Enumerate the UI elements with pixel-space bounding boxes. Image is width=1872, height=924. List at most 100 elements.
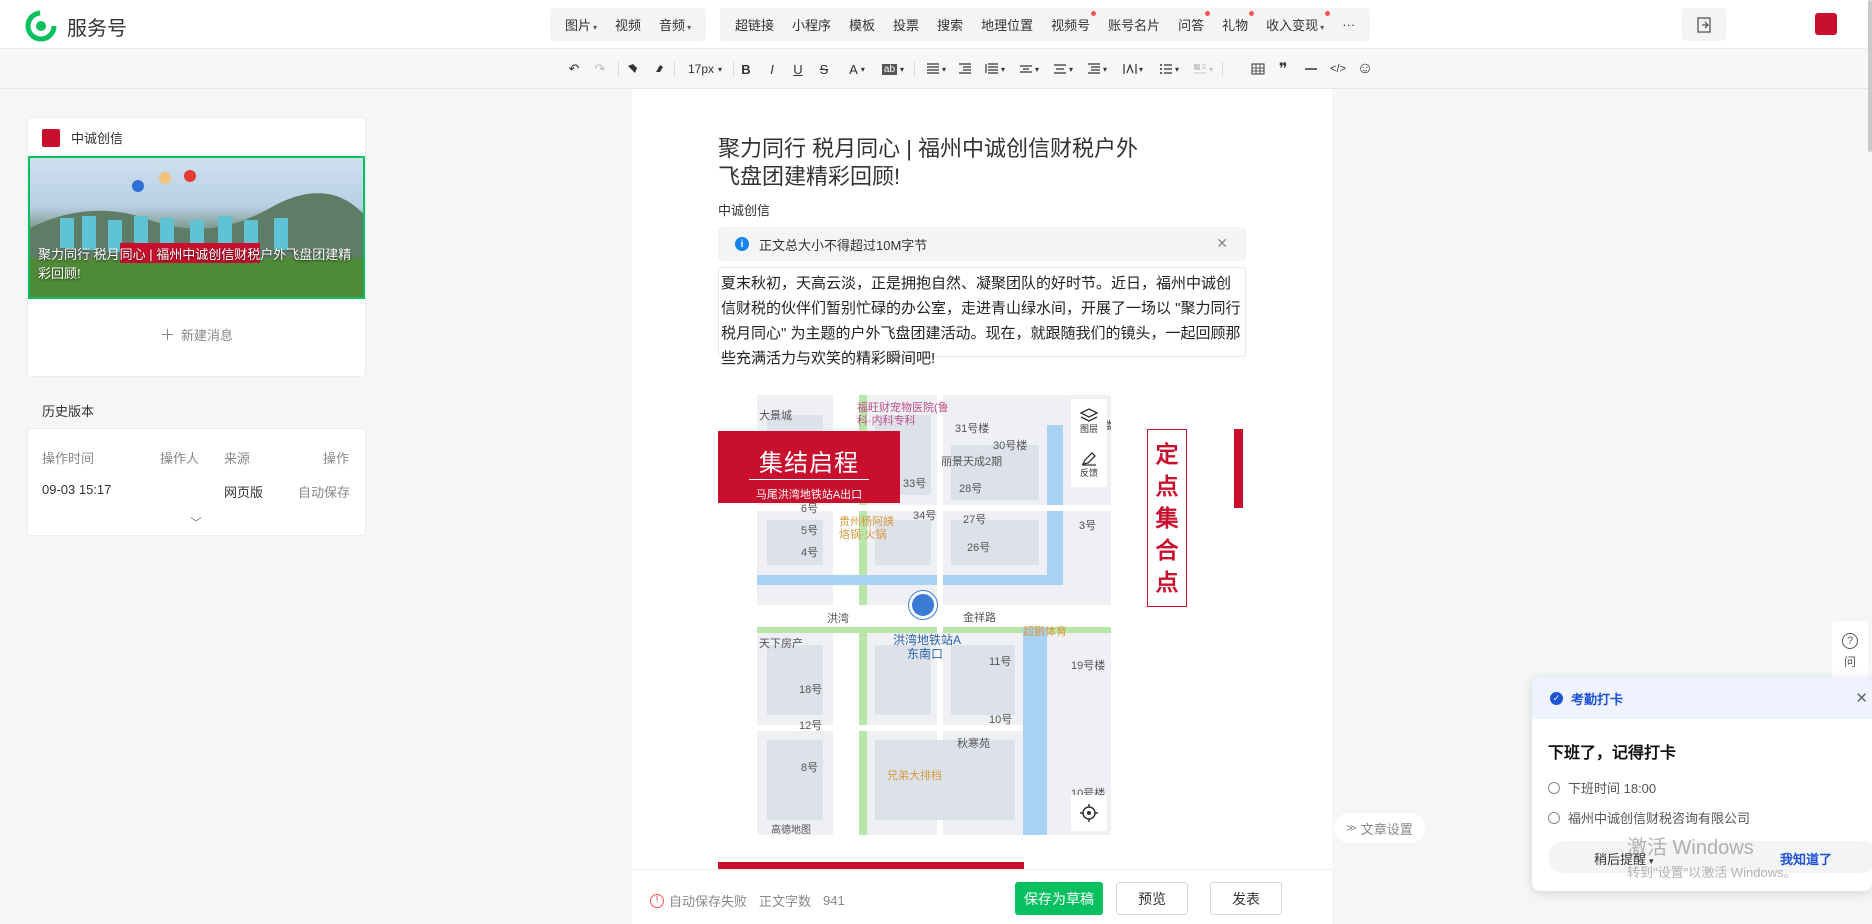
menu-monetize[interactable]: 收入变现 ▾ bbox=[1257, 11, 1333, 34]
layers-icon bbox=[1080, 407, 1098, 422]
menu-search[interactable]: 搜索 bbox=[928, 15, 972, 34]
map-label: 28号 bbox=[959, 483, 983, 495]
page-scrollbar[interactable] bbox=[1868, 0, 1872, 152]
menu-mini-program[interactable]: 小程序 bbox=[783, 15, 840, 34]
map-label: 34号 bbox=[913, 510, 937, 522]
size-notice: i 正文总大小不得超过10M字节 ✕ bbox=[718, 227, 1246, 261]
clear-format-icon[interactable] bbox=[650, 58, 666, 80]
history-header-action: 操作 bbox=[323, 451, 350, 466]
emoji-icon[interactable]: ☺ bbox=[1356, 58, 1374, 80]
account-avatar[interactable] bbox=[1815, 13, 1837, 35]
article-paragraph[interactable]: 夏末秋初，天高云淡，正是拥抱自然、凝聚团队的好时节。近日，福州中诚创信财税的伙伴… bbox=[718, 267, 1246, 367]
account-row: 中诚创信 bbox=[42, 128, 123, 147]
map-layers-button[interactable]: 图层 bbox=[1071, 399, 1107, 443]
menu-channels[interactable]: 视频号 bbox=[1042, 11, 1099, 34]
preview-button[interactable]: 预览 bbox=[1116, 882, 1188, 915]
map-locate-button[interactable] bbox=[1071, 795, 1107, 831]
undo-icon[interactable]: ↶ bbox=[566, 58, 582, 80]
history-header-source: 来源 bbox=[224, 451, 251, 466]
map-feedback-button[interactable]: 反馈 bbox=[1071, 443, 1107, 487]
line-height-icon[interactable]: ▾ bbox=[1016, 58, 1042, 80]
align-left-icon[interactable]: ▾ bbox=[922, 58, 950, 80]
map-label: 科·内科专科 bbox=[857, 415, 916, 427]
brand[interactable]: 服务号 bbox=[25, 10, 127, 42]
indent-icon[interactable] bbox=[957, 58, 973, 80]
exit-icon bbox=[1697, 16, 1711, 33]
map-label: 18号 bbox=[799, 684, 823, 696]
chevron-down-icon[interactable]: ﹀ bbox=[190, 514, 202, 531]
menu-gift[interactable]: 礼物 bbox=[1213, 11, 1257, 34]
close-icon[interactable]: ✕ bbox=[1855, 689, 1868, 707]
bold-button[interactable]: B bbox=[738, 58, 754, 80]
map-label: 8号 bbox=[801, 762, 819, 774]
exit-editor-button[interactable] bbox=[1682, 8, 1726, 41]
new-message-button[interactable]: ＋新建消息 bbox=[28, 324, 365, 345]
text-direction-icon[interactable]: ▾ bbox=[1120, 58, 1146, 80]
banner-subtitle: 马尾洪湾地铁站A出口 bbox=[755, 489, 863, 501]
menu-image[interactable]: 图片 ▾ bbox=[556, 15, 606, 34]
code-icon[interactable]: </> bbox=[1327, 58, 1349, 80]
menu-location[interactable]: 地理位置 bbox=[972, 15, 1042, 34]
history-action[interactable]: 自动保存 bbox=[298, 482, 350, 501]
map-label: 10号 bbox=[989, 714, 1013, 726]
article-title[interactable]: 聚力同行 税月同心 | 福州中诚创信财税户外飞盘团建精彩回顾! bbox=[718, 135, 1158, 191]
font-size-select[interactable]: 17px ▾ bbox=[682, 58, 728, 80]
top-bar: 服务号 图片 ▾ 视频 音频 ▾ 超链接 小程序 模板 投票 搜索 地理位置 视频号… bbox=[0, 0, 1872, 49]
new-dot bbox=[1205, 11, 1211, 16]
message-list-card: 中诚创信 聚力同行 税月同心 | 福州中诚创信财税户外飞盘团建精彩回顾! ＋新建… bbox=[27, 117, 366, 377]
bottom-bar: ! 自动保存失败 正文字数 941 保存为草稿 预览 发表 bbox=[632, 869, 1332, 924]
letter-spacing-icon[interactable]: ▾ bbox=[1050, 58, 1076, 80]
menu-vote[interactable]: 投票 bbox=[884, 15, 928, 34]
article-author[interactable]: 中诚创信 bbox=[718, 200, 770, 219]
article-cover[interactable]: 聚力同行 税月同心 | 福州中诚创信财税户外飞盘团建精彩回顾! bbox=[28, 156, 365, 299]
map-logo: 高德地图 bbox=[771, 825, 811, 835]
menu-video[interactable]: 视频 bbox=[606, 15, 650, 34]
map-label: 12号 bbox=[799, 720, 823, 732]
menu-template[interactable]: 模板 bbox=[840, 15, 884, 34]
quote-icon[interactable]: ❞ bbox=[1275, 58, 1291, 80]
word-count-label: 正文字数 bbox=[759, 894, 812, 909]
popup-title: 下班了，记得打卡 bbox=[1548, 745, 1677, 762]
publish-button[interactable]: 发表 bbox=[1210, 882, 1282, 915]
menu-audio[interactable]: 音频 ▾ bbox=[650, 15, 700, 34]
close-icon[interactable]: ✕ bbox=[1216, 235, 1228, 252]
menu-account-card[interactable]: 账号名片 bbox=[1099, 15, 1169, 34]
divider-icon[interactable] bbox=[1303, 58, 1319, 80]
save-draft-button[interactable]: 保存为草稿 bbox=[1015, 882, 1103, 915]
history-title: 历史版本 bbox=[42, 404, 95, 419]
italic-button[interactable]: I bbox=[764, 58, 780, 80]
table-icon[interactable] bbox=[1250, 58, 1266, 80]
indent-both-icon[interactable]: ▾ bbox=[1084, 58, 1110, 80]
article-editor: 聚力同行 税月同心 | 福州中诚创信财税户外飞盘团建精彩回顾! 中诚创信 i 正… bbox=[632, 89, 1332, 872]
map-label: 金祥路 bbox=[963, 612, 996, 624]
strikethrough-button[interactable]: S bbox=[816, 58, 832, 80]
menu-more[interactable]: ··· bbox=[1333, 17, 1364, 32]
underline-button[interactable]: U bbox=[790, 58, 806, 80]
map-label: 19号楼 bbox=[1071, 660, 1106, 672]
new-dot bbox=[1091, 11, 1097, 16]
map-label: 兄弟大排档 bbox=[887, 770, 942, 782]
map-label: 31号楼 bbox=[955, 423, 990, 435]
redo-icon[interactable]: ↷ bbox=[592, 58, 608, 80]
watermark-line1: 激活 Windows bbox=[1627, 837, 1754, 859]
map-label: 超鹏体育 bbox=[1023, 626, 1067, 638]
wechat-mp-logo-icon bbox=[25, 10, 57, 42]
gather-banner: 集结启程 马尾洪湾地铁站A出口 bbox=[718, 431, 900, 503]
article-settings-button[interactable]: ≫ 文章设置 bbox=[1334, 813, 1425, 843]
menu-hyperlink[interactable]: 超链接 bbox=[726, 15, 783, 34]
edit-icon bbox=[1081, 451, 1096, 466]
paragraph-spacing-icon[interactable]: ▾ bbox=[982, 58, 1008, 80]
map-label: 天下房产 bbox=[759, 638, 803, 650]
float-icon[interactable]: ▾ bbox=[1190, 58, 1216, 80]
account-name: 中诚创信 bbox=[71, 131, 124, 146]
format-painter-icon[interactable] bbox=[624, 58, 640, 80]
font-color-button[interactable]: A ▾ bbox=[845, 58, 869, 80]
windows-activation-watermark: 激活 Windows 转到"设置"以激活 Windows。 bbox=[1627, 831, 1797, 881]
autosave-status: ! 自动保存失败 正文字数 941 bbox=[650, 891, 845, 910]
background-color-button[interactable]: ab ▾ bbox=[878, 58, 908, 80]
help-button[interactable]: ? 问 bbox=[1832, 622, 1868, 680]
map-label: 30号楼 bbox=[993, 440, 1028, 452]
menu-qa[interactable]: 问答 bbox=[1169, 11, 1213, 34]
autosave-text: 自动保存失败 bbox=[669, 894, 748, 909]
list-icon[interactable]: ▾ bbox=[1156, 58, 1182, 80]
